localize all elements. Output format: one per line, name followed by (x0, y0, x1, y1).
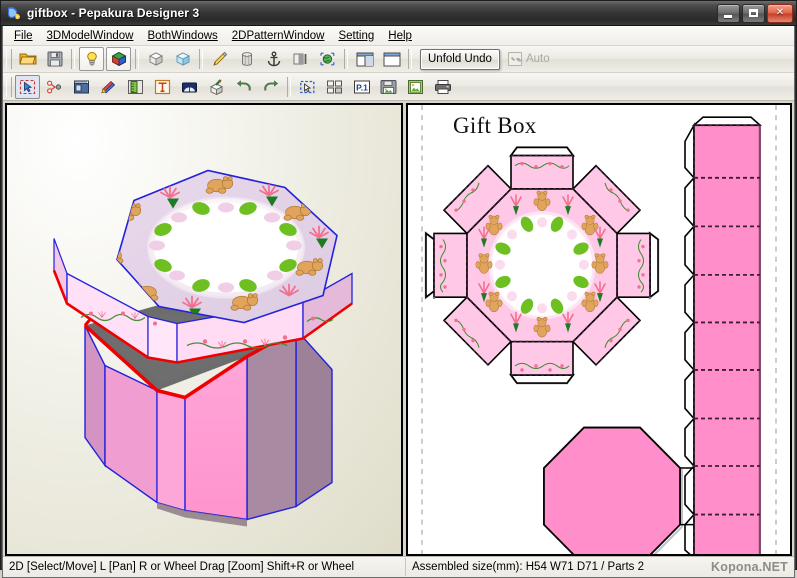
client-area: File 3DModelWindow BothWindows 2DPattern… (2, 26, 795, 578)
join-disjoin-icon[interactable] (42, 75, 67, 99)
anchor-icon[interactable] (261, 47, 286, 71)
toolbar-separator (408, 49, 412, 69)
2d-pattern-canvas[interactable] (408, 105, 790, 554)
save-image-icon[interactable] (376, 75, 401, 99)
minimize-button[interactable] (717, 4, 740, 23)
layout-parts-icon[interactable] (322, 75, 347, 99)
window-controls: ✕ (717, 4, 793, 23)
title-bar: giftbox - Pepakura Designer 3 ✕ (1, 1, 796, 26)
3d-model-window[interactable] (5, 103, 403, 556)
gift-box-3d-render (7, 105, 401, 554)
menu-bar: File 3DModelWindow BothWindows 2DPattern… (3, 26, 794, 46)
split-window-vertical-icon[interactable] (352, 47, 377, 71)
menu-item-bothwindows-label: BothWindows (147, 30, 217, 42)
application-window: giftbox - Pepakura Designer 3 ✕ File 3DM… (0, 0, 797, 570)
app-icon (6, 5, 22, 21)
menu-item-file[interactable]: File (7, 28, 40, 44)
ruler-measure-icon[interactable] (123, 75, 148, 99)
half-shade-icon[interactable] (288, 47, 313, 71)
pattern-part-lid (426, 147, 658, 383)
workspace-panes: Gift Box (3, 101, 794, 556)
pattern-board-icon[interactable] (69, 75, 94, 99)
menu-item-bothwindows[interactable]: BothWindows (140, 28, 224, 44)
texture-cube-icon[interactable] (106, 47, 131, 71)
toolbar-grip[interactable] (6, 77, 12, 97)
toolbar-bottom: P.1 (3, 73, 794, 101)
flat-shading-cube-icon[interactable] (143, 47, 168, 71)
auto-checkbox-label: Auto (526, 53, 550, 65)
cylinder-icon[interactable] (234, 47, 259, 71)
toolbar-separator (287, 77, 291, 97)
status-assembled-size: Assembled size(mm): H54 W71 D71 / Parts … (406, 558, 677, 576)
toolbar-separator (135, 49, 139, 69)
menu-item-help-label: Help (388, 30, 412, 42)
auto-checkbox[interactable]: Auto (508, 52, 550, 66)
open-file-icon[interactable] (15, 47, 40, 71)
menu-item-help[interactable]: Help (381, 28, 419, 44)
color-stripes-icon[interactable] (96, 75, 121, 99)
smooth-shading-cube-icon[interactable] (170, 47, 195, 71)
close-icon: ✕ (768, 5, 792, 22)
light-bulb-icon[interactable] (79, 47, 104, 71)
toolbar-separator (344, 49, 348, 69)
redo-icon[interactable] (258, 75, 283, 99)
menu-item-3dmodelwindow-label: 3DModelWindow (47, 30, 134, 42)
save-file-icon[interactable] (42, 47, 67, 71)
text-tool-icon[interactable] (150, 75, 175, 99)
close-button[interactable]: ✕ (767, 4, 793, 23)
unfold-undo-button[interactable]: Unfold Undo (420, 49, 500, 70)
toolbar-separator (71, 49, 75, 69)
svg-text:P.1: P.1 (356, 82, 368, 92)
select-region-icon[interactable] (295, 75, 320, 99)
page-number-icon[interactable]: P.1 (349, 75, 374, 99)
cut-box-icon[interactable] (204, 75, 229, 99)
watermark: Kopona.NET (677, 558, 794, 576)
3d-model-canvas[interactable] (7, 105, 401, 554)
menu-item-setting[interactable]: Setting (331, 28, 381, 44)
auto-checkbox-box[interactable] (508, 52, 522, 66)
print-icon[interactable] (430, 75, 455, 99)
status-bar: 2D [Select/Move] L [Pan] R or Wheel Drag… (3, 556, 794, 577)
pencil-edit-icon[interactable] (207, 47, 232, 71)
maximize-button[interactable] (742, 4, 765, 23)
status-mode-hint: 2D [Select/Move] L [Pan] R or Wheel Drag… (3, 558, 406, 576)
print-preview-icon[interactable] (403, 75, 428, 99)
menu-item-3dmodelwindow[interactable]: 3DModelWindow (40, 28, 141, 44)
2d-pattern-window[interactable]: Gift Box (406, 103, 792, 556)
single-window-icon[interactable] (379, 47, 404, 71)
window-title: giftbox - Pepakura Designer 3 (27, 6, 717, 20)
select-move-cursor-icon[interactable] (15, 75, 40, 99)
unfold-globe-icon[interactable] (315, 47, 340, 71)
toolbar-top: Unfold Undo Auto (3, 46, 794, 73)
flap-arc-icon[interactable] (177, 75, 202, 99)
menu-item-file-label: File (14, 30, 33, 42)
undo-icon[interactable] (231, 75, 256, 99)
menu-item-2dpatternwindow[interactable]: 2DPatternWindow (225, 28, 332, 44)
toolbar-grip[interactable] (6, 49, 12, 69)
toolbar-separator (199, 49, 203, 69)
menu-item-setting-label: Setting (338, 30, 374, 42)
menu-item-2dpatternwindow-label: 2DPatternWindow (232, 30, 325, 42)
